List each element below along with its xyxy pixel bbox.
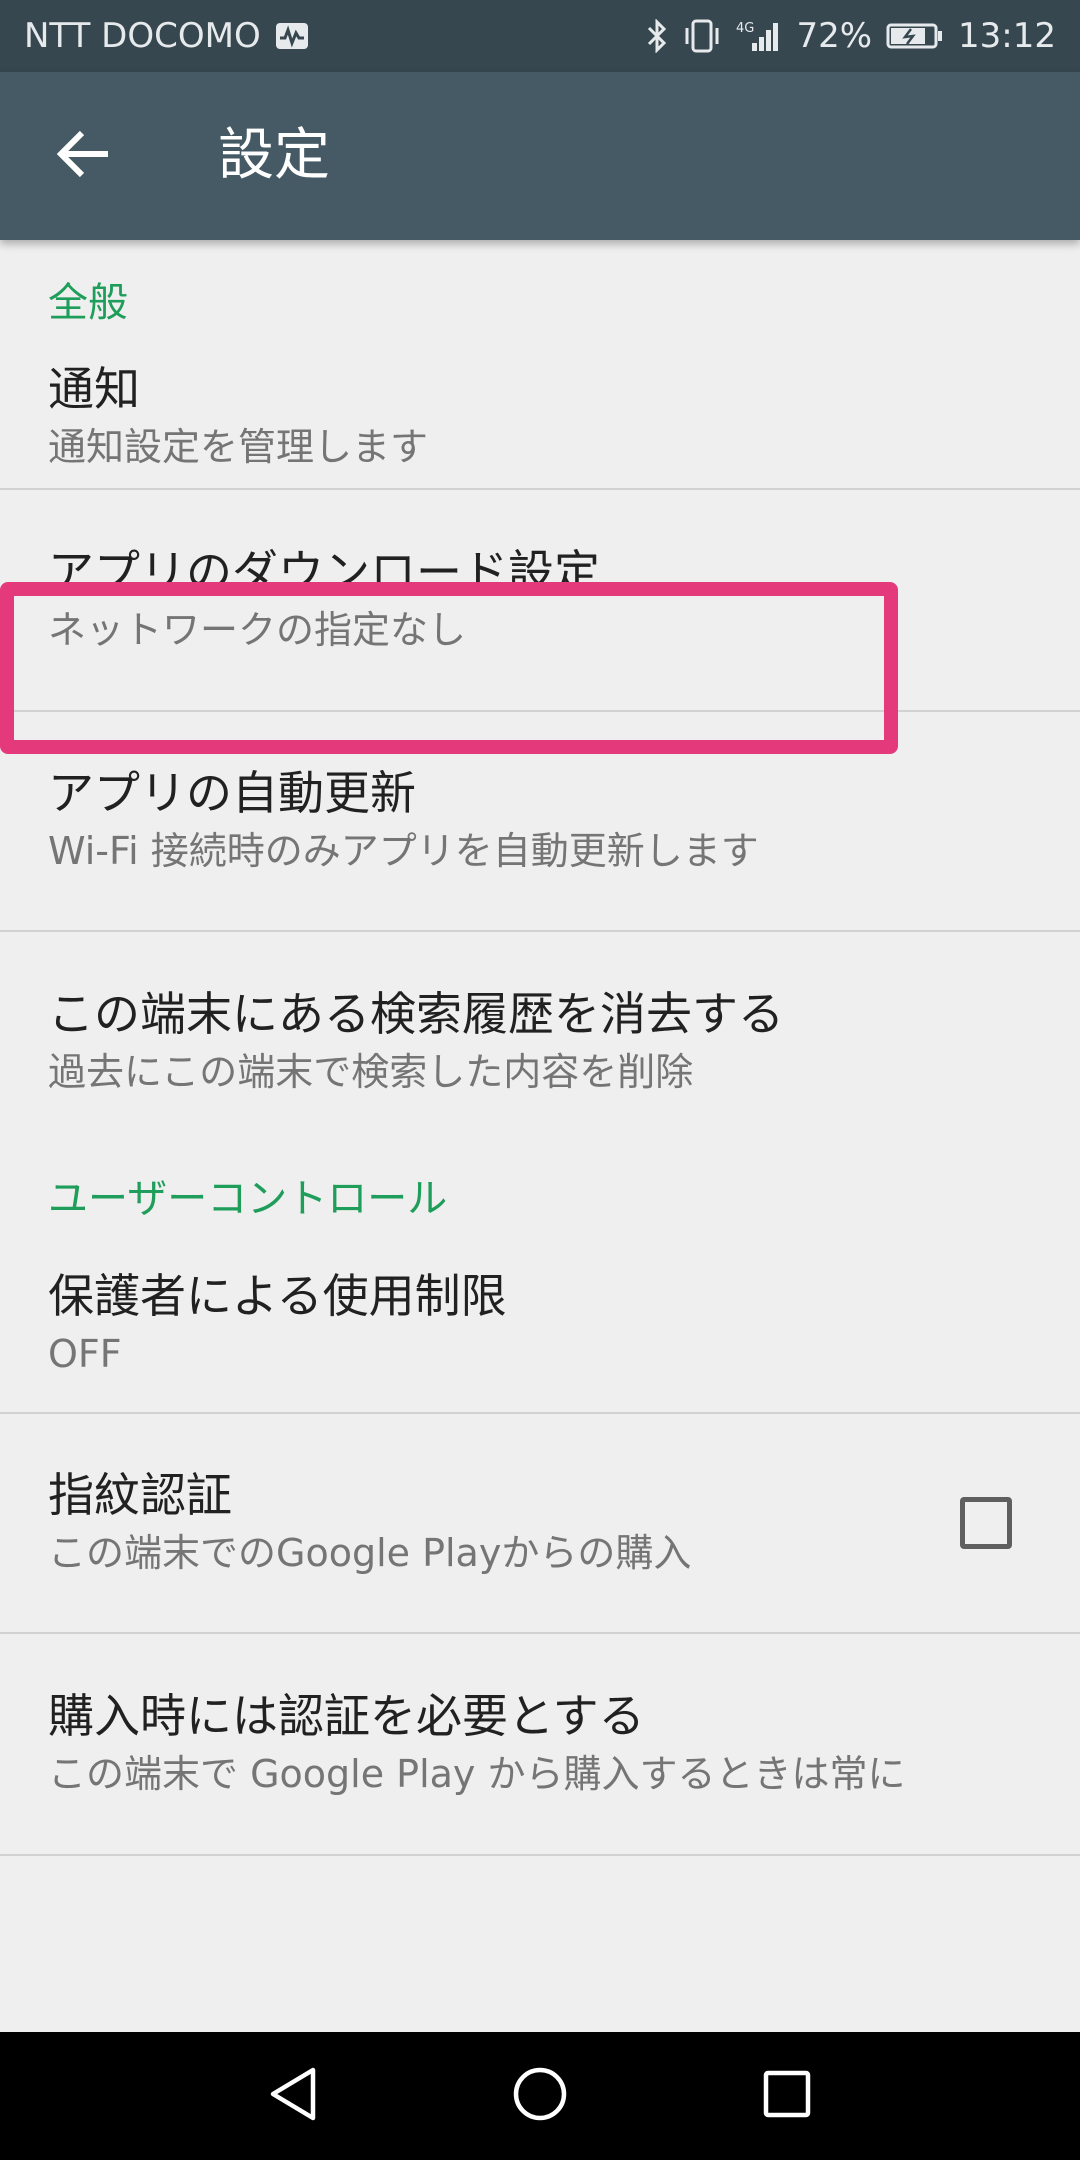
item-subtitle: Wi-Fi 接続時のみアプリを自動更新します bbox=[48, 829, 759, 873]
item-subtitle: OFF bbox=[48, 1332, 122, 1376]
nav-back-button[interactable] bbox=[253, 2056, 333, 2136]
status-bar: NTT DOCOMO 4G 72% 13:12 bbox=[0, 0, 1080, 72]
item-title: 購入時には認証を必要とする bbox=[48, 1689, 645, 1743]
settings-item-notifications[interactable]: 通知 通知設定を管理します bbox=[0, 346, 1080, 490]
item-subtitle: この端末でのGoogle Playからの購入 bbox=[48, 1531, 692, 1575]
nav-back-icon bbox=[267, 2066, 319, 2126]
nav-home-button[interactable] bbox=[500, 2056, 580, 2136]
battery-charging-icon bbox=[886, 22, 944, 50]
settings-list: 全般 通知 通知設定を管理します アプリのダウンロード設定 ネットワークの指定な… bbox=[0, 240, 1080, 1856]
bluetooth-icon bbox=[646, 19, 668, 53]
item-subtitle: 過去にこの端末で検索した内容を削除 bbox=[48, 1050, 694, 1094]
nav-home-icon bbox=[512, 2066, 568, 2126]
clock: 13:12 bbox=[958, 16, 1056, 56]
item-subtitle: この端末で Google Play から購入するときは常に bbox=[48, 1752, 906, 1796]
item-title: 通知 bbox=[48, 362, 140, 416]
item-title: 保護者による使用制限 bbox=[48, 1269, 507, 1323]
item-title: 指紋認証 bbox=[48, 1468, 232, 1522]
section-header-general: 全般 bbox=[48, 280, 128, 326]
item-title: この端末にある検索履歴を消去する bbox=[48, 987, 784, 1041]
signal-4g-icon: 4G bbox=[736, 19, 782, 53]
activity-icon bbox=[275, 22, 309, 50]
settings-item-clear-search-history[interactable]: この端末にある検索履歴を消去する 過去にこの端末で検索した内容を削除 bbox=[0, 932, 1080, 1152]
app-bar: 設定 bbox=[0, 72, 1080, 240]
navigation-bar bbox=[0, 2032, 1080, 2160]
item-subtitle: 通知設定を管理します bbox=[48, 425, 429, 469]
settings-item-require-auth-purchases[interactable]: 購入時には認証を必要とする この端末で Google Play から購入するとき… bbox=[0, 1634, 1080, 1856]
settings-item-parental-controls[interactable]: 保護者による使用制限 OFF bbox=[0, 1236, 1080, 1414]
fingerprint-checkbox[interactable] bbox=[960, 1497, 1012, 1549]
settings-item-fingerprint-auth[interactable]: 指紋認証 この端末でのGoogle Playからの購入 bbox=[0, 1414, 1080, 1634]
item-title: アプリの自動更新 bbox=[48, 766, 416, 820]
network-label: 4G bbox=[736, 21, 754, 36]
arrow-back-icon bbox=[56, 128, 112, 184]
nav-recents-icon bbox=[762, 2069, 812, 2123]
carrier-label: NTT DOCOMO bbox=[24, 16, 261, 56]
vibrate-icon bbox=[682, 19, 722, 53]
back-button[interactable] bbox=[40, 112, 128, 200]
battery-percent: 72% bbox=[796, 16, 873, 56]
highlight-box bbox=[0, 582, 898, 754]
nav-recents-button[interactable] bbox=[747, 2056, 827, 2136]
page-title: 設定 bbox=[218, 123, 330, 188]
section-header-user-controls: ユーザーコントロール bbox=[48, 1176, 448, 1222]
